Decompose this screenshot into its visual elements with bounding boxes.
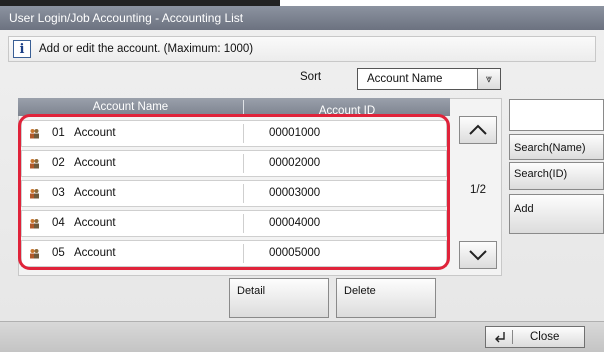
account-icon	[30, 159, 39, 169]
account-icon	[30, 189, 39, 199]
account-name: Account	[74, 127, 116, 139]
table-row[interactable]: 01 Account 00001000	[21, 120, 447, 147]
column-header-account-name[interactable]: Account Name	[18, 98, 243, 116]
table-row[interactable]: 05 Account 00005000	[21, 240, 447, 267]
message-text: Add or edit the account. (Maximum: 1000)	[39, 43, 254, 55]
delete-button[interactable]: Delete	[336, 278, 436, 318]
account-name: Account	[74, 217, 116, 229]
column-header: Account Name Account ID	[18, 98, 450, 117]
account-name: Account	[74, 247, 116, 259]
close-button[interactable]: Close	[485, 326, 585, 348]
scroll-up-button[interactable]	[459, 116, 497, 144]
account-number: 02	[52, 157, 65, 169]
detail-button[interactable]: Detail	[229, 278, 329, 318]
chevron-up-icon	[469, 124, 487, 135]
account-id: 00002000	[269, 157, 321, 169]
sort-label: Sort	[300, 71, 322, 83]
account-icon	[30, 219, 39, 229]
account-id: 00001000	[269, 127, 321, 139]
table-row[interactable]: 04 Account 00004000	[21, 210, 447, 237]
chevron-down-icon	[469, 250, 487, 261]
scroll-down-button[interactable]	[459, 241, 497, 269]
sort-selected-value: Account Name	[367, 73, 443, 85]
search-name-button[interactable]: Search(Name)	[509, 134, 604, 160]
add-button[interactable]: Add	[509, 194, 604, 234]
account-name: Account	[74, 187, 116, 199]
account-number: 01	[52, 127, 65, 139]
table-row[interactable]: 03 Account 00003000	[21, 180, 447, 207]
chevron-down-icon: ⩔	[477, 69, 500, 89]
account-id: 00003000	[269, 187, 321, 199]
info-icon: i	[13, 40, 31, 58]
account-number: 05	[52, 247, 65, 259]
sort-select[interactable]: Account Name ⩔	[357, 68, 501, 90]
message-bar: i Add or edit the account. (Maximum: 100…	[8, 36, 596, 62]
column-header-account-id[interactable]: Account ID	[244, 102, 450, 120]
search-id-button[interactable]: Search(ID)	[509, 162, 604, 190]
account-icon	[30, 129, 39, 139]
search-input[interactable]	[509, 99, 604, 131]
account-number: 04	[52, 217, 65, 229]
account-icon	[30, 249, 39, 259]
close-button-label: Close	[530, 331, 560, 343]
page-indicator: 1/2	[470, 184, 486, 196]
account-number: 03	[52, 187, 65, 199]
enter-icon	[495, 332, 505, 343]
account-id: 00005000	[269, 247, 321, 259]
account-name: Account	[74, 157, 116, 169]
window-title: User Login/Job Accounting - Accounting L…	[0, 6, 604, 30]
account-id: 00004000	[269, 217, 321, 229]
table-row[interactable]: 02 Account 00002000	[21, 150, 447, 177]
